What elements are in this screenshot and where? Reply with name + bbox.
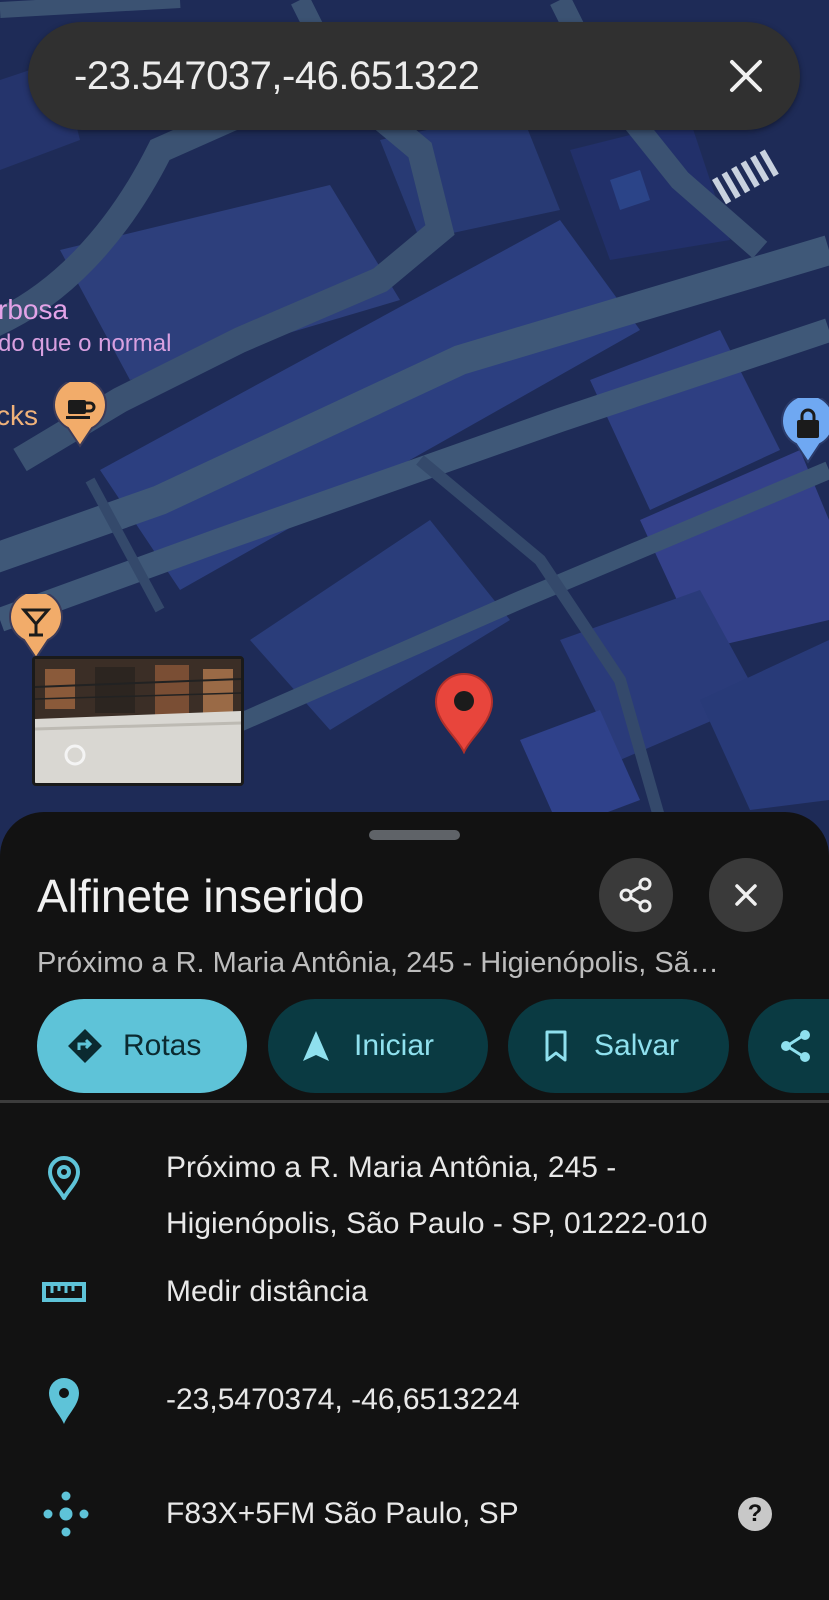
close-sheet-button[interactable]	[709, 858, 783, 932]
cafe-icon[interactable]	[52, 382, 108, 448]
start-label: Iniciar	[354, 1029, 435, 1062]
location-pin-outline-icon	[48, 1156, 80, 1200]
share-chip-button[interactable]	[748, 999, 829, 1093]
ruler-icon	[42, 1282, 86, 1302]
sheet-drag-handle[interactable]	[369, 830, 460, 840]
search-bar[interactable]: -23.547037,-46.651322	[28, 22, 800, 130]
bookmark-icon	[545, 1030, 567, 1062]
address-line-1: Próximo a R. Maria Antônia, 245 -	[166, 1151, 617, 1184]
plus-code-value: F83X+5FM São Paulo, SP	[166, 1497, 519, 1530]
search-input[interactable]: -23.547037,-46.651322	[74, 54, 480, 98]
address-row[interactable]: Próximo a R. Maria Antônia, 245 - Higien…	[0, 1140, 829, 1270]
poi-place-name[interactable]: rbosa	[0, 294, 68, 326]
directions-icon	[68, 1029, 102, 1063]
poi-place-status: do que o normal	[0, 330, 172, 357]
coordinates-value: -23,5470374, -46,6513224	[166, 1383, 520, 1416]
help-icon[interactable]: ?	[738, 1497, 772, 1531]
poi-cafe-name[interactable]: cks	[0, 400, 38, 432]
measure-distance-label: Medir distância	[166, 1275, 368, 1308]
plus-code-icon	[43, 1491, 89, 1537]
directions-button[interactable]: Rotas	[37, 999, 247, 1093]
share-icon	[619, 877, 652, 913]
navigation-arrow-icon	[303, 1031, 329, 1061]
close-icon	[735, 884, 757, 906]
start-navigation-button[interactable]: Iniciar	[268, 999, 488, 1093]
measure-distance-row[interactable]: Medir distância	[0, 1264, 829, 1324]
dropped-pin-icon[interactable]	[434, 672, 494, 754]
save-label: Salvar	[594, 1029, 680, 1062]
share-button[interactable]	[599, 858, 673, 932]
section-divider	[0, 1100, 829, 1103]
plus-code-row[interactable]: F83X+5FM São Paulo, SP ?	[0, 1486, 829, 1546]
share-icon	[781, 1030, 810, 1062]
location-pin-icon	[49, 1378, 79, 1424]
bar-icon[interactable]	[8, 594, 64, 660]
coordinates-row[interactable]: -23,5470374, -46,6513224	[0, 1372, 829, 1432]
place-bottom-sheet[interactable]: Alfinete inserido Próximo a R. Maria Ant…	[0, 812, 829, 1600]
place-subtitle: Próximo a R. Maria Antônia, 245 - Higien…	[37, 947, 719, 979]
address-line-2: Higienópolis, São Paulo - SP, 01222-010	[166, 1207, 708, 1240]
map-view[interactable]: rbosa do que o normal cks -23.547037,-46…	[0, 0, 829, 860]
save-button[interactable]: Salvar	[508, 999, 729, 1093]
close-icon[interactable]	[726, 56, 766, 96]
directions-label: Rotas	[123, 1029, 202, 1062]
shopping-bag-icon[interactable]	[780, 398, 829, 464]
street-view-thumbnail[interactable]	[32, 656, 244, 786]
place-title: Alfinete inserido	[37, 870, 365, 922]
